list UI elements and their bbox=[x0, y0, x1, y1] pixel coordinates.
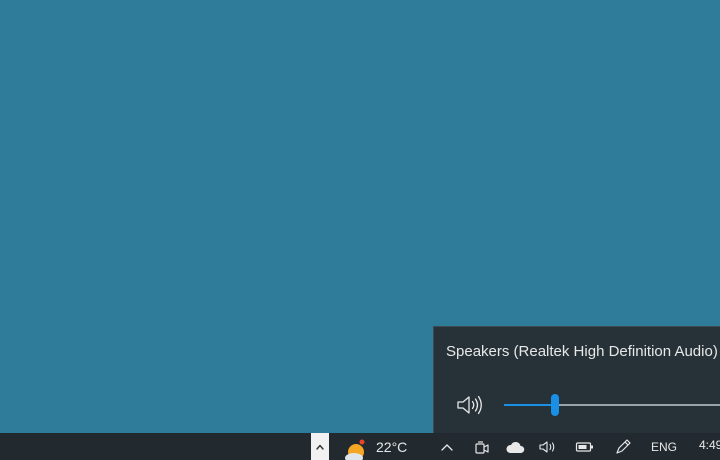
taskbar-clock[interactable]: 4:49 bbox=[699, 438, 720, 452]
volume-tray-button[interactable] bbox=[537, 433, 561, 460]
volume-slider[interactable] bbox=[504, 394, 720, 416]
volume-icon bbox=[539, 439, 559, 455]
weather-temperature: 22°C bbox=[376, 438, 408, 455]
input-language-button[interactable]: ENG bbox=[646, 433, 682, 460]
battery-icon bbox=[575, 441, 595, 453]
weather-widget[interactable]: 22°C bbox=[342, 433, 422, 460]
taskbar: 22°C ENG 4:49 bbox=[0, 433, 720, 460]
chevron-up-icon bbox=[315, 443, 325, 451]
onedrive-cloud-icon bbox=[505, 440, 525, 454]
show-hidden-icons-button[interactable] bbox=[311, 433, 329, 460]
audio-device-name[interactable]: Speakers (Realtek High Definition Audio) bbox=[446, 343, 718, 360]
input-language: ENG bbox=[650, 439, 677, 454]
volume-slider-fill bbox=[504, 404, 555, 406]
speaker-icon[interactable] bbox=[456, 393, 486, 417]
tray-overflow-button[interactable] bbox=[436, 433, 458, 460]
partly-sunny-icon bbox=[342, 433, 368, 460]
meet-now-icon bbox=[474, 439, 490, 455]
onedrive-button[interactable] bbox=[503, 433, 527, 460]
chevron-up-icon bbox=[440, 442, 454, 452]
volume-slider-thumb[interactable] bbox=[550, 394, 559, 416]
volume-flyout: Speakers (Realtek High Definition Audio) bbox=[433, 326, 720, 433]
pen-workspace-button[interactable] bbox=[611, 433, 635, 460]
pen-icon bbox=[614, 438, 632, 456]
meet-now-button[interactable] bbox=[471, 433, 493, 460]
battery-button[interactable] bbox=[573, 433, 597, 460]
